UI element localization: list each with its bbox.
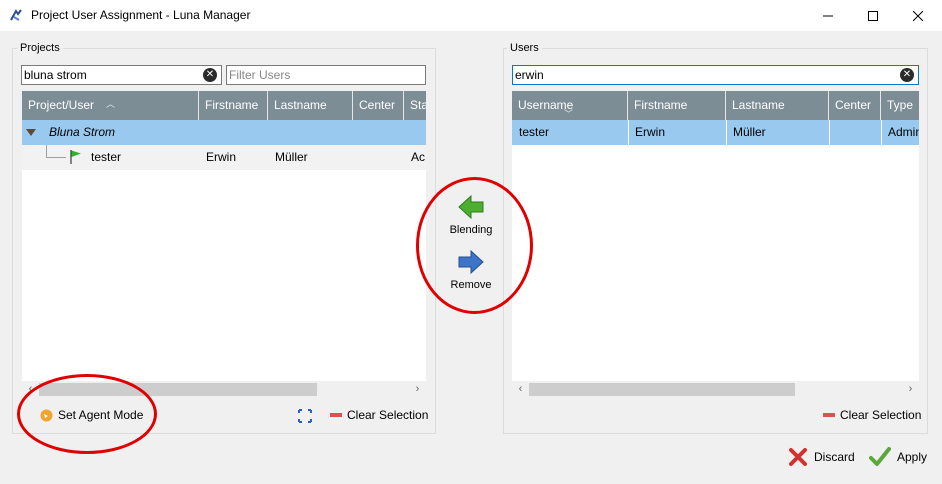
user-search-box[interactable]: ✕ xyxy=(512,65,919,85)
user-status: Ac xyxy=(411,150,426,164)
minimize-icon xyxy=(823,15,833,16)
project-search-input[interactable] xyxy=(23,67,198,83)
maximize-button[interactable] xyxy=(850,0,896,31)
column-header-username[interactable]: Username ﹀ xyxy=(512,91,628,120)
column-header-center[interactable]: Center xyxy=(353,91,404,120)
projects-table-header: Project/User ︿ Firstname Lastname Center… xyxy=(22,91,426,120)
scroll-right-icon[interactable]: › xyxy=(409,381,426,398)
minimize-button[interactable] xyxy=(805,0,851,31)
apply-label: Apply xyxy=(897,450,928,464)
clear-search-icon[interactable]: ✕ xyxy=(203,68,217,82)
green-flag-icon xyxy=(70,150,81,164)
column-header-lastname[interactable]: Lastname xyxy=(268,91,353,120)
cell-username: tester xyxy=(519,125,550,139)
user-firstname: Erwin xyxy=(206,150,237,164)
cell-lastname: Müller xyxy=(733,125,766,139)
tree-group-row[interactable]: Bluna Strom xyxy=(22,120,426,145)
cell-center xyxy=(830,120,836,145)
close-icon xyxy=(913,10,923,21)
window-title: Project User Assignment - Luna Manager xyxy=(31,8,251,22)
apply-button[interactable]: Apply xyxy=(869,446,927,468)
discard-button[interactable]: Discard xyxy=(788,447,855,467)
user-name: tester xyxy=(91,150,122,164)
users-clear-selection-button[interactable]: Clear Selection xyxy=(823,408,921,422)
column-header-firstname[interactable]: Firstname xyxy=(199,91,268,120)
scroll-thumb[interactable] xyxy=(529,383,795,396)
sort-indicator-icon: ﹀ xyxy=(564,109,574,119)
users-hscrollbar[interactable]: ‹ › xyxy=(512,381,919,398)
annotation-circle-middle xyxy=(416,177,533,314)
column-header-status[interactable]: Sta xyxy=(404,91,426,120)
maximize-icon xyxy=(868,10,878,21)
expand-arrow-icon[interactable] xyxy=(26,129,36,137)
column-header-lastname[interactable]: Lastname xyxy=(726,91,829,120)
column-header-firstname[interactable]: Firstname xyxy=(628,91,726,120)
scroll-right-icon[interactable]: › xyxy=(902,381,919,398)
sort-indicator-icon: ︿ xyxy=(106,99,116,109)
red-x-icon xyxy=(789,448,807,466)
minus-icon xyxy=(330,413,342,417)
minus-icon xyxy=(823,413,835,417)
projects-clear-selection-button[interactable]: Clear Selection xyxy=(330,408,428,422)
discard-label: Discard xyxy=(814,450,855,464)
cell-firstname: Erwin xyxy=(635,125,666,139)
filter-users-box[interactable] xyxy=(226,65,426,85)
filter-users-input[interactable] xyxy=(228,67,402,83)
close-button[interactable] xyxy=(895,0,941,31)
projects-label: Projects xyxy=(17,42,63,54)
cell-type: Admin xyxy=(888,125,919,139)
table-row[interactable]: tester Erwin Müller Admin xyxy=(512,120,919,145)
user-search-input[interactable] xyxy=(514,67,895,83)
clear-selection-label: Clear Selection xyxy=(840,408,922,422)
column-header-project-user[interactable]: Project/User ︿ xyxy=(22,91,199,120)
annotation-circle-agent-mode xyxy=(17,374,157,454)
column-header-center[interactable]: Center xyxy=(829,91,881,120)
scroll-left-icon[interactable]: ‹ xyxy=(512,381,529,398)
users-label: Users xyxy=(507,42,542,54)
tree-user-row[interactable]: tester Erwin Müller Ac xyxy=(22,145,426,170)
expand-all-icon[interactable] xyxy=(298,409,312,423)
users-table: Username ﹀ Firstname Lastname Center Typ… xyxy=(512,91,919,397)
title-bar: Project User Assignment - Luna Manager xyxy=(0,0,942,31)
column-label: Project/User xyxy=(28,98,95,112)
column-header-type[interactable]: Type xyxy=(881,91,919,120)
project-name: Bluna Strom xyxy=(49,125,116,139)
user-lastname: Müller xyxy=(275,150,308,164)
clear-selection-label: Clear Selection xyxy=(347,408,429,422)
green-check-icon xyxy=(869,447,891,466)
user-center xyxy=(354,145,360,170)
projects-tree-table: Project/User ︿ Firstname Lastname Center… xyxy=(22,91,426,397)
project-search-box[interactable]: ✕ xyxy=(21,65,222,85)
tree-connector xyxy=(46,145,66,158)
luna-app-icon xyxy=(10,9,22,21)
clear-user-search-icon[interactable]: ✕ xyxy=(900,68,914,82)
users-table-header: Username ﹀ Firstname Lastname Center Typ… xyxy=(512,91,919,120)
